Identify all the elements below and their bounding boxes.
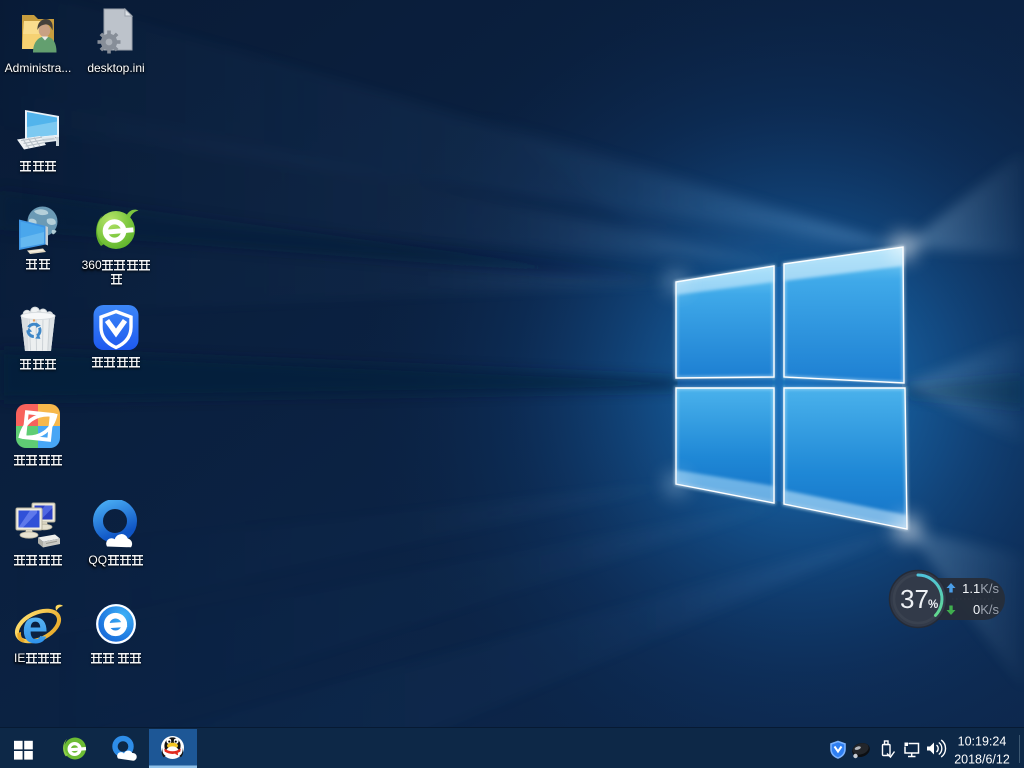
svg-text:2018/6/12: 2018/6/12 xyxy=(954,753,1010,767)
svg-text:10:19:24: 10:19:24 xyxy=(958,735,1007,749)
svg-text:%: % xyxy=(928,599,938,611)
svg-text:37: 37 xyxy=(900,584,929,614)
svg-text:1.1K/s: 1.1K/s xyxy=(962,581,999,596)
svg-text:e: e xyxy=(22,600,48,648)
svg-text:0K/s: 0K/s xyxy=(973,602,1000,617)
